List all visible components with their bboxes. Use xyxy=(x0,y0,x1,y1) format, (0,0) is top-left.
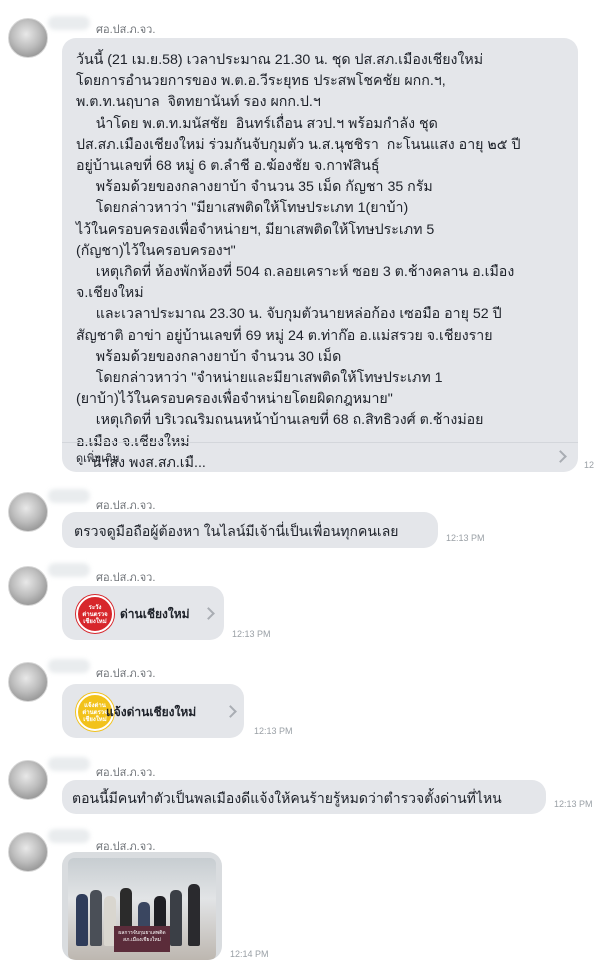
redacted-name xyxy=(48,489,90,503)
message-line: นำโดย พ.ต.ท.มนัสชัย อินทร์เถื่อน สวป.ฯ พ… xyxy=(76,115,438,132)
message-text: วันนี้ (21 เม.ย.58) เวลาประมาณ 21.30 น. … xyxy=(62,38,578,474)
message-line: โดยกล่าวหาว่า "จำหน่ายและมียาเสพติดให้โท… xyxy=(76,370,443,387)
link-card-label: แจ้งด่านเชียงใหม่ xyxy=(106,705,197,719)
evidence-sign: ผลการจับกุมยาเสพติด สภ.เมืองเชียงใหม่ xyxy=(114,926,170,952)
chevron-right-icon[interactable] xyxy=(224,705,237,718)
photo-message[interactable]: ผลการจับกุมยาเสพติด สภ.เมืองเชียงใหม่ xyxy=(62,852,222,960)
message-line: โดยกล่าวหาว่า "มียาเสพติดให้โทษประเภท 1(… xyxy=(76,200,409,217)
timestamp: 12: xyxy=(584,460,594,470)
redacted-name xyxy=(48,16,90,30)
checkpoint-logo-icon: ระวัง ด่านตรวจ เชียงใหม่ xyxy=(76,595,114,633)
message-bubble[interactable]: วันนี้ (21 เม.ย.58) เวลาประมาณ 21.30 น. … xyxy=(62,38,578,472)
sender-avatar[interactable] xyxy=(8,566,48,606)
message-line: และเวลาประมาณ 23.30 น. จับกุมตัวนายหล่อก… xyxy=(76,306,502,323)
arrest-photo[interactable]: ผลการจับกุมยาเสพติด สภ.เมืองเชียงใหม่ xyxy=(68,858,216,960)
person-figure xyxy=(76,894,88,946)
message-line: สัญชาติ อาข่า อยู่บ้านเลขที่ 69 หมู่ 24 … xyxy=(76,327,493,344)
message-line: นำส่ง พงส.สภ.เมื... xyxy=(76,454,206,471)
message-line: พร้อมด้วยของกลางยาบ้า จำนวน 30 เม็ด xyxy=(76,348,342,365)
divider xyxy=(62,442,578,443)
sender-avatar[interactable] xyxy=(8,832,48,872)
redacted-name xyxy=(48,659,90,673)
timestamp: 12:13 PM xyxy=(554,799,593,809)
sender-name: ศอ.ปส.ภ.จว. xyxy=(96,767,156,779)
link-card-label: ด่านเชียงใหม่ xyxy=(120,607,190,621)
message-line: (ยาบ้า)ไว้ในครอบครองเพื่อจำหน่ายโดยผิดกฎ… xyxy=(76,391,393,408)
message-line: วันนี้ (21 เม.ย.58) เวลาประมาณ 21.30 น. … xyxy=(76,52,484,68)
timestamp: 12:13 PM xyxy=(254,726,293,736)
person-figure xyxy=(90,890,102,946)
message-line: โดยการอำนวยการของ พ.ต.อ.วีระยุทธ ประสพโช… xyxy=(76,73,446,90)
sender-avatar[interactable] xyxy=(8,662,48,702)
sender-name: ศอ.ปส.ภ.จว. xyxy=(96,572,156,584)
link-card[interactable]: ระวัง ด่านตรวจ เชียงใหม่ ด่านเชียงใหม่ xyxy=(62,586,224,640)
see-more-link[interactable]: ดูเพิ่มเติม xyxy=(76,449,120,467)
message-line: จ.เชียงใหม่ xyxy=(76,285,144,302)
person-figure xyxy=(188,884,200,946)
redacted-name xyxy=(48,829,90,843)
sender-avatar[interactable] xyxy=(8,760,48,800)
redacted-name xyxy=(48,563,90,577)
sender-avatar[interactable] xyxy=(8,492,48,532)
message-line: พ.ต.ท.นฤบาล จิตทยานันท์ รอง ผกก.ป.ฯ xyxy=(76,94,321,111)
message-text: ตอนนี้มีคนทำตัวเป็นพลเมืองดีแจ้งให้คนร้า… xyxy=(72,790,502,806)
message-line: ปส.สภ.เมืองเชียงใหม่ ร่วมกันจับกุมตัว น.… xyxy=(76,136,521,153)
message-line: (กัญชา)ไว้ในครอบครองฯ" xyxy=(76,242,236,259)
sender-name: ศอ.ปส.ภ.จว. xyxy=(96,668,156,680)
message-line: ไว้ในครอบครองเพื่อจำหน่ายฯ, มียาเสพติดให… xyxy=(76,221,435,238)
message-line: เหตุเกิดที่ บริเวณริมถนนหน้าบ้านเลขที่ 6… xyxy=(76,412,484,429)
sender-name: ศอ.ปส.ภ.จว. xyxy=(96,24,156,36)
timestamp: 12:14 PM xyxy=(230,949,269,959)
person-figure xyxy=(170,890,182,946)
chevron-right-icon[interactable] xyxy=(202,607,215,620)
message-bubble[interactable]: ตอนนี้มีคนทำตัวเป็นพลเมืองดีแจ้งให้คนร้า… xyxy=(62,780,546,814)
link-card[interactable]: แจ้งด่าน ด่านตรวจ เชียงใหม่ แจ้งด่านเชีย… xyxy=(62,684,244,738)
message-bubble[interactable]: ตรวจดูมือถือผู้ต้องหา ในไลน์มีเจ้านี่เป็… xyxy=(62,512,438,548)
message-text: ตรวจดูมือถือผู้ต้องหา ในไลน์มีเจ้านี่เป็… xyxy=(74,523,399,539)
message-line: พร้อมด้วยของกลางยาบ้า จำนวน 35 เม็ด กัญช… xyxy=(76,179,433,196)
message-line: อยู่บ้านเลขที่ 68 หมู่ 6 ต.ลำชี อ.ฆ้องชั… xyxy=(76,158,380,175)
message-line: เหตุเกิดที่ ห้องพักห้องที่ 504 ถ.ลอยเครา… xyxy=(76,264,515,281)
timestamp: 12:13 PM xyxy=(446,533,485,543)
redacted-name xyxy=(48,757,90,771)
timestamp: 12:13 PM xyxy=(232,629,271,639)
sender-avatar[interactable] xyxy=(8,18,48,58)
